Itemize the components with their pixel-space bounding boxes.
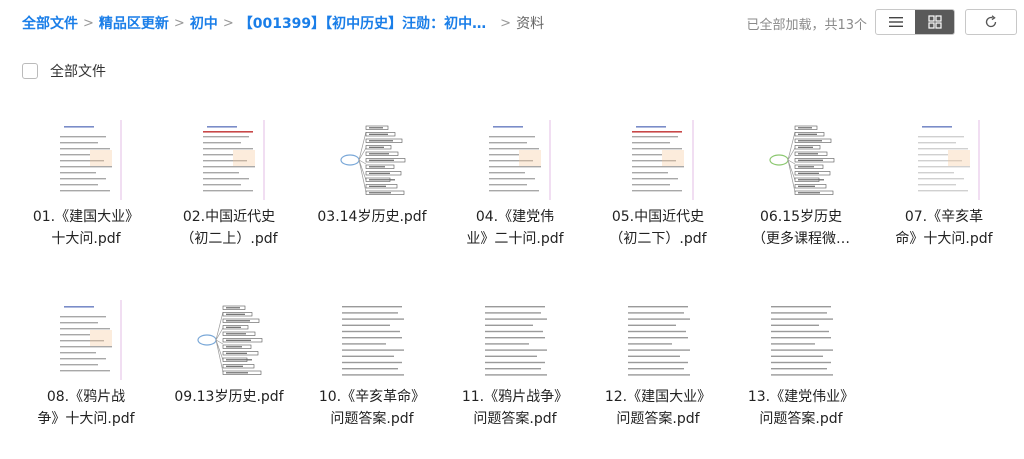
file-name: 08.《鸦片战 争》十大问.pdf bbox=[16, 386, 156, 430]
file-name: 10.《辛亥革命》 问题答案.pdf bbox=[302, 386, 442, 430]
file-name-line: （初二下）.pdf bbox=[609, 231, 707, 247]
breadcrumb-separator: > bbox=[222, 15, 234, 31]
pdf-thumbnail bbox=[765, 300, 837, 380]
file-name-line: 13.《建党伟业》 bbox=[747, 389, 855, 405]
file-name: 12.《建国大业》 问题答案.pdf bbox=[588, 386, 728, 430]
file-name-line: 01.《建国大业》 bbox=[32, 209, 140, 225]
grid-view-button[interactable] bbox=[915, 10, 954, 34]
file-name-line: 12.《建国大业》 bbox=[604, 389, 712, 405]
pdf-thumbnail bbox=[336, 120, 408, 200]
file-name-line: （更多课程微… bbox=[752, 231, 850, 247]
file-name: 11.《鸦片战争》 问题答案.pdf bbox=[445, 386, 585, 430]
load-status: 已全部加载，共13个 bbox=[746, 18, 867, 33]
file-name-line: 10.《辛亥革命》 bbox=[318, 389, 426, 405]
breadcrumb: 全部文件 > 精品区更新 > 初中 > 【001399】【初中历史】汪勋：初中…… bbox=[22, 13, 544, 33]
breadcrumb-item-all-files[interactable]: 全部文件 bbox=[22, 13, 78, 33]
file-name-line: 03.14岁历史.pdf bbox=[317, 209, 427, 225]
file-name-line: 04.《建党伟 bbox=[475, 209, 555, 225]
file-name-line: 问题答案.pdf bbox=[473, 411, 557, 427]
pdf-thumbnail bbox=[908, 120, 980, 200]
file-name-line: 问题答案.pdf bbox=[616, 411, 700, 427]
file-name-line: 02.中国近代史 bbox=[182, 209, 276, 225]
pdf-thumbnail bbox=[765, 120, 837, 200]
breadcrumb-separator: > bbox=[173, 15, 185, 31]
file-name: 06.15岁历史 （更多课程微… bbox=[731, 206, 871, 250]
pdf-thumbnail bbox=[479, 120, 551, 200]
breadcrumb-item-current: 资料 bbox=[516, 16, 545, 32]
pdf-thumbnail bbox=[50, 120, 122, 200]
breadcrumb-separator: > bbox=[83, 15, 94, 31]
pdf-thumbnail bbox=[193, 300, 265, 380]
select-all-checkbox[interactable] bbox=[22, 63, 38, 79]
breadcrumb-item-premium[interactable]: 精品区更新 bbox=[99, 13, 169, 33]
file-name: 05.中国近代史 （初二下）.pdf bbox=[588, 206, 728, 250]
pdf-thumbnail bbox=[622, 300, 694, 380]
refresh-icon bbox=[985, 15, 997, 28]
file-name-line: 问题答案.pdf bbox=[330, 411, 414, 427]
select-all-row: 全部文件 bbox=[22, 61, 106, 81]
refresh-button[interactable] bbox=[965, 9, 1017, 35]
pdf-thumbnail bbox=[479, 300, 551, 380]
breadcrumb-separator: > bbox=[500, 15, 512, 31]
pdf-thumbnail bbox=[193, 120, 265, 200]
file-name: 09.13岁历史.pdf bbox=[159, 386, 299, 408]
file-name: 07.《辛亥革 命》十大问.pdf bbox=[874, 206, 1014, 250]
grid-icon bbox=[927, 15, 942, 29]
file-name-line: 08.《鸦片战 bbox=[46, 389, 126, 405]
pdf-thumbnail bbox=[336, 300, 408, 380]
file-name-line: 业》二十问.pdf bbox=[466, 231, 564, 247]
top-bar: 全部文件 > 精品区更新 > 初中 > 【001399】【初中历史】汪勋：初中…… bbox=[0, 0, 1024, 44]
file-name: 03.14岁历史.pdf bbox=[302, 206, 442, 228]
breadcrumb-item-junior[interactable]: 初中 bbox=[190, 13, 218, 33]
view-toggle bbox=[875, 9, 955, 35]
file-name-line: 问题答案.pdf bbox=[759, 411, 843, 427]
file-name-line: 命》十大问.pdf bbox=[895, 231, 993, 247]
file-name-line: 07.《辛亥革 bbox=[904, 209, 984, 225]
file-name-line: 11.《鸦片战争》 bbox=[461, 389, 569, 405]
list-view-button[interactable] bbox=[876, 10, 915, 34]
file-name: 13.《建党伟业》 问题答案.pdf bbox=[731, 386, 871, 430]
file-name: 02.中国近代史 （初二上）.pdf bbox=[159, 206, 299, 250]
file-name-line: 05.中国近代史 bbox=[611, 209, 705, 225]
file-name-line: 十大问.pdf bbox=[51, 231, 121, 247]
pdf-thumbnail bbox=[622, 120, 694, 200]
file-name: 04.《建党伟 业》二十问.pdf bbox=[445, 206, 585, 250]
file-name-line: 争》十大问.pdf bbox=[37, 411, 135, 427]
select-all-label: 全部文件 bbox=[50, 64, 106, 80]
list-icon bbox=[888, 17, 903, 27]
file-name-line: 06.15岁历史 bbox=[759, 209, 843, 225]
file-name: 01.《建国大业》 十大问.pdf bbox=[16, 206, 156, 250]
file-name-line: 09.13岁历史.pdf bbox=[174, 389, 284, 405]
pdf-thumbnail bbox=[50, 300, 122, 380]
file-name-line: （初二上）.pdf bbox=[180, 231, 278, 247]
breadcrumb-item-course[interactable]: 【001399】【初中历史】汪勋：初中… bbox=[239, 13, 486, 33]
